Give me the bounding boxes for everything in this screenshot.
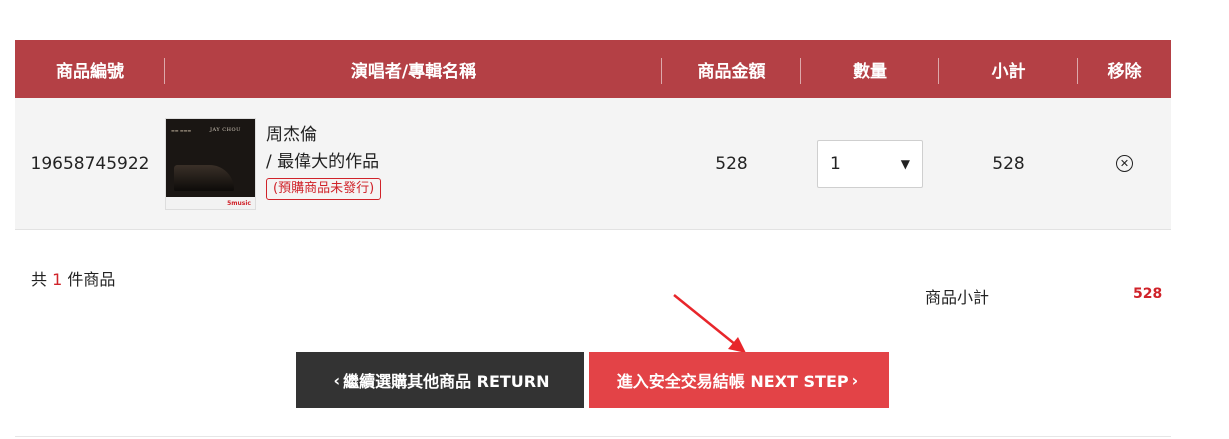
return-button-label: 繼續選購其他商品 RETURN	[343, 372, 550, 391]
cover-brand-logo: 5music	[227, 199, 251, 207]
album-name[interactable]: / 最偉大的作品	[266, 149, 379, 176]
artist-name[interactable]: 周杰倫	[266, 122, 317, 149]
header-product-id: 商品編號	[15, 40, 165, 98]
next-step-button[interactable]: 進入安全交易結帳 NEXT STEP ›	[589, 352, 889, 408]
product-price: 528	[715, 153, 748, 174]
item-count: 共 1 件商品	[31, 266, 115, 290]
preorder-badge: (預購商品未發行)	[266, 177, 382, 200]
chevron-right-icon: ›	[851, 370, 859, 390]
header-subtotal: 小計	[939, 40, 1078, 98]
product-id: 19658745922	[30, 153, 150, 174]
cart-table: 商品編號 演唱者/專輯名稱 商品金額 數量 小計 移除 19658745922 …	[15, 40, 1171, 230]
product-info: 周杰倫 / 最偉大的作品 (預購商品未發行)	[266, 122, 382, 200]
product-cell: ▬▬ ▬▬▬ JAY CHOU 5music 周杰倫 / 最偉大的作品 (預購商…	[165, 98, 662, 229]
continue-shopping-button[interactable]: ‹ 繼續選購其他商品 RETURN	[296, 352, 584, 408]
chevron-left-icon: ‹	[333, 370, 341, 390]
table-header: 商品編號 演唱者/專輯名稱 商品金額 數量 小計 移除	[15, 40, 1171, 98]
count-prefix: 共	[31, 270, 48, 289]
header-price: 商品金額	[662, 40, 801, 98]
album-cover-image[interactable]: ▬▬ ▬▬▬ JAY CHOU 5music	[165, 117, 256, 210]
row-subtotal: 528	[992, 153, 1025, 174]
header-quantity: 數量	[801, 40, 939, 98]
cover-title: JAY CHOU	[210, 126, 241, 133]
header-remove: 移除	[1107, 61, 1142, 82]
remove-item-icon[interactable]: ✕	[1116, 155, 1133, 172]
count-suffix: 件商品	[67, 270, 116, 289]
divider	[15, 436, 1171, 437]
subtotal-label: 商品小計	[925, 288, 990, 307]
quantity-value: 1	[830, 153, 841, 174]
annotation-arrow-icon	[673, 294, 746, 353]
cover-small-text: ▬▬ ▬▬▬	[171, 127, 192, 133]
quantity-select[interactable]: 1 ▼	[817, 139, 923, 188]
header-artist-album: 演唱者/專輯名稱	[165, 40, 662, 98]
remove-cell: ✕	[1078, 98, 1171, 229]
next-button-label: 進入安全交易結帳 NEXT STEP	[616, 372, 849, 391]
subtotal-value: 528	[1133, 286, 1163, 302]
table-row: 19658745922 ▬▬ ▬▬▬ JAY CHOU 5music 周杰倫 /…	[15, 98, 1171, 230]
quantity-cell: 1 ▼	[801, 98, 939, 229]
chevron-down-icon: ▼	[900, 156, 910, 171]
piano-graphic	[174, 164, 234, 191]
count-number: 1	[52, 270, 63, 289]
